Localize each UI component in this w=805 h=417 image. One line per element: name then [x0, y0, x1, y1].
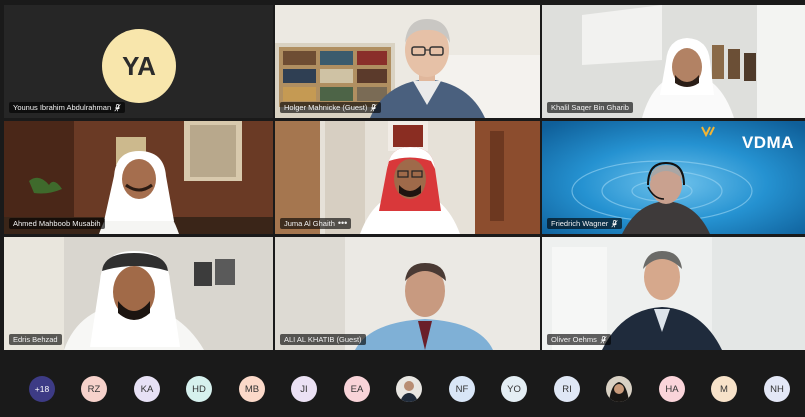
participant-name-label: Edris Behzad	[9, 334, 62, 345]
video-tile-younus[interactable]: YA Younus Ibrahim Abdulrahman	[4, 5, 273, 118]
participant-chip[interactable]: HD	[186, 376, 212, 402]
participant-name: Oliver Oehms	[551, 335, 597, 344]
participant-chip[interactable]: RZ	[81, 376, 107, 402]
participant-photo	[606, 376, 632, 402]
mic-muted-icon	[114, 103, 121, 111]
participant-chip[interactable]: NF	[449, 376, 475, 402]
video-tile-edris[interactable]: Edris Behzad	[4, 237, 273, 350]
participant-name: Younus Ibrahim Abdulrahman	[13, 103, 112, 112]
participant-name-label: Khalil Saqer Bin Gharib	[547, 102, 633, 113]
participant-name-label: Juma Al Ghaith •••	[280, 218, 352, 229]
participant-chip-photo[interactable]	[606, 376, 632, 402]
more-participants-button[interactable]: +18	[29, 376, 55, 402]
participant-name-label: Holger Mahnicke (Guest)	[280, 102, 382, 113]
video-tile-ali[interactable]: ALI AL KHATIB (Guest)	[275, 237, 540, 350]
video-tile-friedrich[interactable]: VDMA Friedrich Wagner	[542, 121, 805, 234]
participant-name-label: Ahmed Mahboob Musabih	[9, 218, 105, 229]
participant-name: Ahmed Mahboob Musabih	[13, 219, 101, 228]
participant-chip[interactable]: MB	[239, 376, 265, 402]
participant-name: Friedrich Wagner	[551, 219, 609, 228]
mic-muted-icon	[370, 103, 377, 111]
video-tile-holger[interactable]: Holger Mahnicke (Guest)	[275, 5, 540, 118]
participant-chip[interactable]: KA	[134, 376, 160, 402]
participant-photo	[396, 376, 422, 402]
participant-name-label: Friedrich Wagner	[547, 218, 623, 229]
participant-name: Khalil Saqer Bin Gharib	[551, 103, 629, 112]
participant-chip[interactable]: YO	[501, 376, 527, 402]
more-options-icon[interactable]: •••	[338, 218, 347, 229]
mic-muted-icon	[611, 219, 618, 227]
participant-chip[interactable]: RI	[554, 376, 580, 402]
participant-chip-photo[interactable]	[396, 376, 422, 402]
participant-name: Juma Al Ghaith	[284, 219, 335, 228]
video-grid: YA Younus Ibrahim Abdulrahman Holger Mah…	[4, 5, 805, 350]
participant-chip[interactable]: HA	[659, 376, 685, 402]
mic-muted-icon	[600, 335, 607, 343]
participant-chip[interactable]: M	[711, 376, 737, 402]
vdma-logo: VDMA	[741, 133, 794, 152]
video-tile-khalil[interactable]: Khalil Saqer Bin Gharib	[542, 5, 805, 118]
participant-chip[interactable]: EA	[344, 376, 370, 402]
participant-name-label: Oliver Oehms	[547, 334, 611, 345]
participant-name-label: ALI AL KHATIB (Guest)	[280, 334, 366, 345]
participant-name: ALI AL KHATIB (Guest)	[284, 335, 362, 344]
participant-chip[interactable]: JI	[291, 376, 317, 402]
video-tile-ahmed[interactable]: Ahmed Mahboob Musabih	[4, 121, 273, 234]
participant-avatar: YA	[102, 29, 176, 103]
participant-chip[interactable]: NH	[764, 376, 790, 402]
participant-name: Holger Mahnicke (Guest)	[284, 103, 368, 112]
participant-name: Edris Behzad	[13, 335, 58, 344]
video-tile-juma[interactable]: Juma Al Ghaith •••	[275, 121, 540, 234]
participant-name-label: Younus Ibrahim Abdulrahman	[9, 102, 126, 113]
video-tile-oliver[interactable]: Oliver Oehms	[542, 237, 805, 350]
